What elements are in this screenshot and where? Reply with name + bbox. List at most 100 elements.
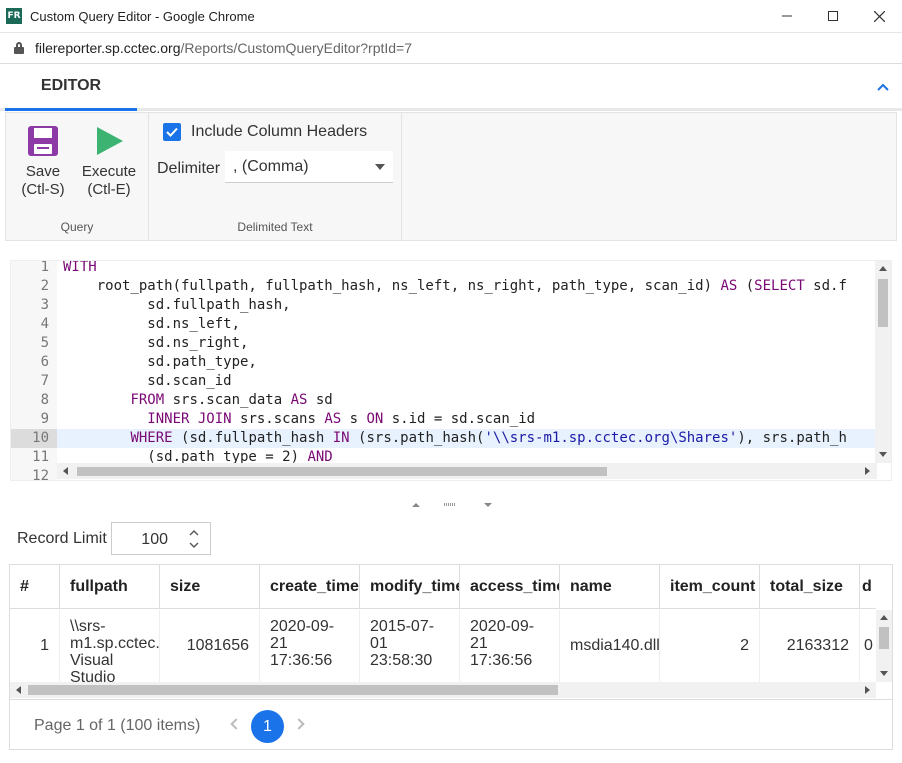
- close-icon: [873, 10, 885, 22]
- sql-token: srs.scan_data: [164, 392, 291, 408]
- column-header[interactable]: name: [560, 565, 660, 609]
- code-text: sd.ns_left,: [63, 315, 240, 334]
- delimited-text-group-label: Delimited Text: [237, 220, 313, 234]
- code-text: WITH: [63, 260, 97, 277]
- line-number: 3: [40, 297, 49, 313]
- include-headers-checkbox[interactable]: Include Column Headers: [163, 123, 367, 141]
- grid-scroll-up-icon[interactable]: [880, 615, 888, 620]
- code-line[interactable]: 8 FROM srs.scan_data AS sd: [11, 391, 877, 410]
- cell-total-size: 2163312: [760, 610, 860, 682]
- record-limit-input[interactable]: 100: [111, 522, 211, 555]
- maximize-button[interactable]: [810, 0, 856, 32]
- code-line[interactable]: 6 sd.path_type,: [11, 353, 877, 372]
- code-text: WHERE (sd.fullpath_hash IN (srs.path_has…: [63, 429, 846, 448]
- sql-token: sd.fullpath_hash,: [63, 297, 291, 313]
- grid-scroll-right-icon[interactable]: [865, 686, 870, 694]
- column-header[interactable]: modify_time: [360, 565, 460, 609]
- code-text: sd.ns_right,: [63, 334, 248, 353]
- delimiter-value: , (Comma): [233, 157, 309, 175]
- table-row[interactable]: 1 \\srs-m1.sp.cctec. Visual Studio 1081656…: [10, 610, 876, 682]
- pager-info: Page 1 of 1 (100 items): [34, 717, 201, 734]
- sql-keyword: WITH: [63, 260, 97, 275]
- delimiter-label: Delimiter: [157, 160, 221, 177]
- scroll-up-icon[interactable]: [879, 266, 887, 271]
- delimiter-select[interactable]: , (Comma): [225, 151, 393, 183]
- sql-keyword: AS: [720, 278, 738, 294]
- save-button[interactable]: Save (Ctl-S): [18, 125, 68, 199]
- caret-down-icon: [375, 164, 385, 170]
- url-text[interactable]: filereporter.sp.cctec.org/Reports/Custom…: [35, 40, 412, 56]
- grid-horizontal-scrollbar[interactable]: [10, 682, 876, 698]
- code-line[interactable]: 2 root_path(fullpath, fullpath_hash, ns_…: [11, 277, 877, 296]
- scroll-left-icon[interactable]: [63, 467, 68, 475]
- cell-line: 2020-09-: [270, 618, 335, 635]
- chevron-left-icon[interactable]: [230, 718, 242, 730]
- scroll-down-icon[interactable]: [879, 452, 887, 457]
- grid-scroll-down-icon[interactable]: [880, 671, 888, 676]
- column-header[interactable]: total_size: [760, 565, 860, 609]
- column-header[interactable]: d: [860, 565, 876, 609]
- sql-token: sd: [307, 392, 333, 408]
- chevron-right-icon[interactable]: [293, 718, 305, 730]
- query-group-label: Query: [60, 220, 94, 234]
- checkbox-checked-icon: [163, 123, 181, 141]
- sql-keyword: AS: [324, 411, 342, 427]
- column-header[interactable]: #: [10, 565, 60, 609]
- grid-vscroll-thumb[interactable]: [879, 627, 889, 649]
- minimize-button[interactable]: [764, 0, 810, 32]
- cell-line: 2015-07-: [370, 618, 435, 635]
- editor-hscroll-thumb[interactable]: [77, 467, 607, 476]
- column-header[interactable]: fullpath: [60, 565, 160, 609]
- page-1-button[interactable]: 1: [251, 710, 284, 743]
- column-header[interactable]: create_time: [260, 565, 360, 609]
- code-text: INNER JOIN srs.scans AS s ON s.id = sd.s…: [63, 410, 535, 429]
- sql-keyword: IN: [332, 430, 350, 446]
- sql-code-editor[interactable]: 1 WITH 2 root_path(fullpath, fullpath_hash…: [10, 260, 892, 481]
- close-button[interactable]: [856, 0, 902, 32]
- code-line[interactable]: 7 sd.scan_id: [11, 372, 877, 391]
- code-line[interactable]: 10 WHERE (sd.fullpath_hash IN (srs.path_…: [11, 429, 877, 448]
- cell-line: 21: [470, 635, 488, 652]
- cell-create-time: 2020-09- 21 17:36:56: [260, 610, 360, 682]
- ribbon-toolbar: Save (Ctl-S) Execute (Ctl-E) Query Inclu…: [5, 112, 897, 241]
- lock-icon: [14, 42, 24, 54]
- cell-line: 2020-09-: [470, 618, 535, 635]
- editor-horizontal-scrollbar[interactable]: [57, 463, 877, 479]
- tab-bar: EDITOR: [0, 64, 902, 111]
- sql-string: '\\srs-m1.sp.cctec.org\Shares': [484, 430, 738, 446]
- editor-vscroll-thumb[interactable]: [878, 279, 888, 327]
- scroll-right-icon[interactable]: [865, 467, 870, 475]
- column-header[interactable]: item_count: [660, 565, 760, 609]
- code-line[interactable]: 3 sd.fullpath_hash,: [11, 296, 877, 315]
- grid-hscroll-thumb[interactable]: [28, 685, 558, 695]
- execute-label-1: Execute: [81, 163, 137, 180]
- editor-vertical-scrollbar[interactable]: [875, 261, 891, 463]
- sql-keyword: SELECT: [754, 278, 805, 294]
- chevron-up-icon[interactable]: [876, 80, 890, 94]
- cell-line: 23:58:30: [370, 652, 433, 669]
- pane-splitter[interactable]: [400, 498, 500, 512]
- code-line[interactable]: 9 INNER JOIN srs.scans AS s ON s.id = sd…: [11, 410, 877, 429]
- address-bar[interactable]: filereporter.sp.cctec.org/Reports/Custom…: [0, 33, 902, 64]
- line-number: 8: [40, 392, 49, 408]
- splitter-down-icon: [484, 503, 492, 507]
- tab-editor[interactable]: EDITOR: [5, 64, 137, 111]
- maximize-icon: [828, 11, 838, 21]
- sql-keyword: FROM: [130, 392, 165, 408]
- results-grid: # fullpath size create_time modify_time acces…: [9, 564, 893, 750]
- grid-vertical-scrollbar[interactable]: [876, 610, 892, 682]
- execute-label-2: (Ctl-E): [87, 181, 131, 198]
- cell-line: Visual: [70, 652, 114, 669]
- cell-item-count: 2: [660, 610, 760, 682]
- record-limit-label: Record Limit: [17, 530, 107, 547]
- grid-scroll-left-icon[interactable]: [16, 686, 21, 694]
- code-line[interactable]: 1 WITH: [11, 260, 877, 277]
- cell-modify-time: 2015-07- 01 23:58:30: [360, 610, 460, 682]
- column-header[interactable]: size: [160, 565, 260, 609]
- execute-button[interactable]: Execute (Ctl-E): [76, 125, 142, 199]
- spin-arrows-icon[interactable]: [188, 528, 200, 550]
- sql-token: (srs.path_hash(: [349, 430, 485, 446]
- column-header[interactable]: access_time: [460, 565, 560, 609]
- code-line[interactable]: 4 sd.ns_left,: [11, 315, 877, 334]
- code-line[interactable]: 5 sd.ns_right,: [11, 334, 877, 353]
